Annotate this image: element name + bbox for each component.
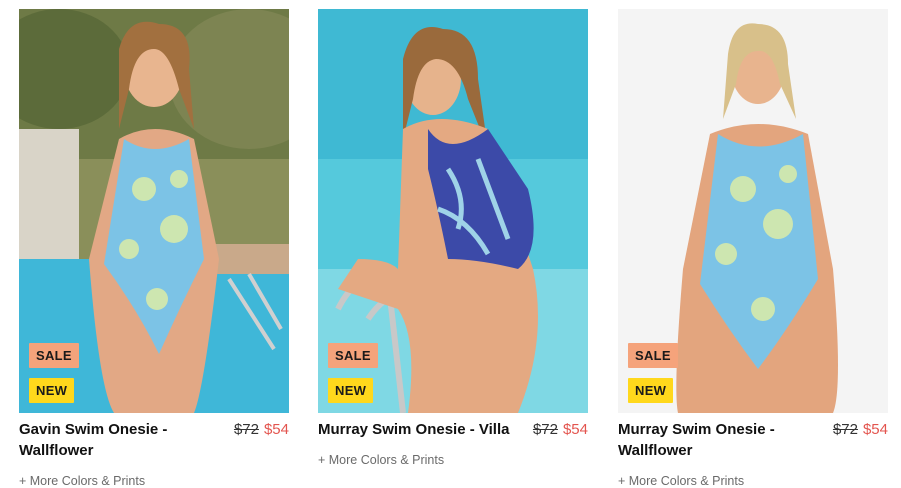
sale-badge: SALE	[29, 343, 79, 368]
product-title-link[interactable]: Gavin Swim Onesie - Wallflower	[19, 419, 201, 461]
new-badge: NEW	[29, 378, 75, 403]
sale-price: $54	[562, 421, 588, 438]
price-block: $72 $54	[833, 419, 888, 440]
sale-badge: SALE	[628, 343, 678, 368]
original-price: $72	[832, 421, 858, 438]
sale-badge: SALE	[328, 343, 378, 368]
original-price: $72	[532, 421, 558, 438]
more-colors-link[interactable]: + More Colors & Prints	[19, 474, 145, 488]
more-colors-link[interactable]: + More Colors & Prints	[318, 453, 444, 467]
original-price: $72	[233, 421, 259, 438]
product-image[interactable]: SALE NEW	[618, 9, 888, 413]
product-title-link[interactable]: Murray Swim Onesie - Villa	[318, 419, 524, 440]
product-image[interactable]: SALE NEW	[318, 9, 588, 413]
price-block: $72 $54	[234, 419, 289, 440]
product-card[interactable]: SALE NEW Murray Swim Onesie - Villa $72 $…	[318, 9, 588, 481]
product-info: Murray Swim Onesie - Wallflower $72 $54 +…	[618, 419, 888, 488]
new-badge: NEW	[628, 378, 674, 403]
product-info: Gavin Swim Onesie - Wallflower $72 $54 + …	[19, 419, 289, 488]
product-card[interactable]: SALE NEW Murray Swim Onesie - Wallflower…	[618, 9, 888, 488]
product-title-link[interactable]: Murray Swim Onesie - Wallflower	[618, 419, 800, 461]
product-info: Murray Swim Onesie - Villa $72 $54 + More…	[318, 419, 588, 481]
product-card[interactable]: SALE NEW Gavin Swim Onesie - Wallflower …	[19, 9, 289, 488]
price-block: $72 $54	[533, 419, 588, 440]
sale-price: $54	[862, 421, 888, 438]
sale-price: $54	[263, 421, 289, 438]
product-image[interactable]: SALE NEW	[19, 9, 289, 413]
new-badge: NEW	[328, 378, 374, 403]
more-colors-link[interactable]: + More Colors & Prints	[618, 474, 744, 488]
